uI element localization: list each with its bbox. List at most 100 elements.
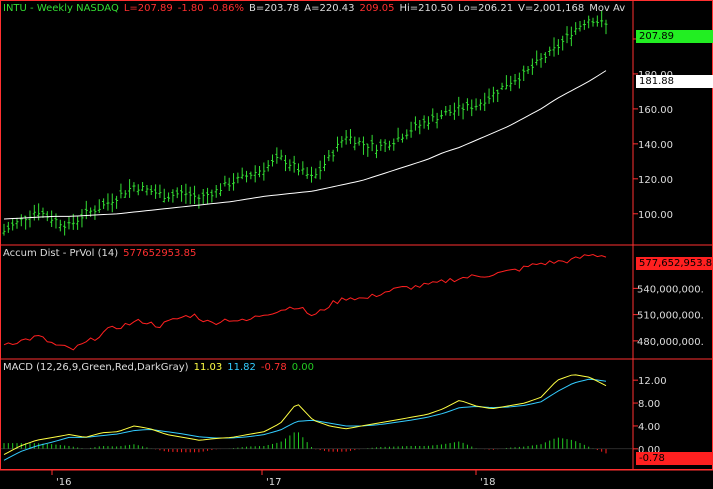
price-bar (539, 53, 543, 68)
price-bar (582, 19, 586, 30)
price-bar (556, 39, 560, 55)
price-bar (201, 189, 205, 205)
moving-average-line (3, 70, 607, 220)
price-bar (522, 65, 526, 81)
price-bar (2, 223, 6, 236)
price-bar (93, 205, 97, 220)
price-bar (361, 136, 365, 155)
price-bar (483, 92, 487, 111)
price-bar (262, 162, 266, 181)
price-bar (76, 216, 80, 230)
last-price-tag: 207.89 (636, 30, 713, 43)
price-bar (457, 96, 461, 116)
price-bar (197, 194, 201, 209)
price-bar (435, 112, 439, 129)
price-bar (379, 139, 383, 151)
price-bar (102, 198, 106, 210)
price-bar (297, 163, 301, 176)
price-bar (6, 221, 10, 233)
price-bar (478, 99, 482, 111)
price-bar (309, 166, 313, 183)
price-bar (50, 210, 54, 228)
price-bar (249, 171, 253, 180)
price-bar (318, 160, 322, 180)
price-bar (123, 190, 127, 198)
price-bar (258, 165, 262, 178)
price-bar (543, 52, 547, 64)
price-bar (461, 103, 465, 120)
price-bar (491, 86, 495, 103)
price-bar (517, 72, 521, 89)
hist-value: -0.78 (260, 362, 287, 373)
accum-value: 577652953.85 (123, 248, 197, 259)
price-bar (292, 155, 296, 173)
price-bar (110, 193, 114, 213)
symbol-label: INTU - Weekly NASDAQ (3, 3, 119, 14)
price-bar (348, 128, 352, 145)
price-bar (591, 17, 595, 27)
price-bar (253, 165, 257, 183)
price-bar (405, 129, 409, 140)
price-bar (219, 183, 223, 197)
last-price: L=207.89 (123, 3, 173, 14)
price-bar (284, 155, 288, 172)
price-bar (58, 219, 62, 232)
accum-header: Accum Dist - PrVol (14) 577652953.85 (3, 248, 201, 260)
price-bar (54, 213, 58, 229)
price-bar (145, 184, 149, 196)
price-bar (115, 195, 119, 209)
price-tick-label: 140.00 (638, 140, 673, 151)
price-bar (119, 183, 123, 199)
bid-value: B=203.78 (249, 3, 300, 14)
price-bar (84, 200, 88, 220)
price-bar (132, 182, 136, 192)
price-bar (504, 75, 508, 90)
price-bar (500, 82, 504, 90)
price-bar (431, 108, 435, 122)
price-bar (128, 179, 132, 198)
price-bar (232, 173, 236, 191)
price-bar (413, 116, 417, 131)
price-bar (175, 187, 179, 199)
price-bar (448, 105, 452, 116)
x-tick-label: '18 (480, 477, 495, 488)
macd-tick-label: 12.00 (638, 376, 667, 387)
price-bar (271, 154, 275, 167)
price-header: INTU - Weekly NASDAQ L=207.89 -1.80 -0.86% B… (3, 3, 630, 15)
price-bar (158, 184, 162, 198)
price-bar (97, 199, 101, 213)
macd-value: 11.03 (193, 362, 223, 373)
price-bar (236, 172, 240, 184)
price-bar (314, 168, 318, 179)
x-tick-label: '16 (56, 477, 71, 488)
price-tick-label: 160.00 (638, 105, 673, 116)
price-bar (266, 160, 270, 172)
price-bar (370, 134, 374, 152)
price-bar (535, 50, 539, 66)
ask-value: A=220.43 (304, 3, 355, 14)
price-bar (331, 149, 335, 162)
macd-hist-tag: -0.78 (636, 452, 713, 465)
price-bar (240, 167, 244, 180)
price-bar (526, 65, 530, 74)
price-bar (28, 210, 32, 228)
price-bar (301, 161, 305, 175)
price-bar (353, 136, 357, 151)
hi-value: Hi=210.50 (399, 3, 454, 14)
price-bar (604, 19, 608, 35)
macd-line (3, 374, 607, 455)
macd-header: MACD (12,26,9,Green,Red,DarkGray) 11.03 11… (3, 362, 319, 374)
macd-tick-label: 8.00 (638, 399, 660, 410)
price-bar (210, 189, 214, 203)
accum-tick-label: 510,000,000. (637, 311, 704, 322)
price-bar (322, 154, 326, 172)
price-bar (509, 75, 513, 92)
price-bar (444, 106, 448, 116)
price-bar (193, 185, 197, 205)
price-tick-label: 100.00 (638, 210, 673, 221)
price-bar (565, 26, 569, 44)
price-bar (400, 133, 404, 143)
accum-tick-label: 480,000,000. (637, 337, 704, 348)
price-bar (470, 99, 474, 117)
price-bar (344, 130, 348, 145)
